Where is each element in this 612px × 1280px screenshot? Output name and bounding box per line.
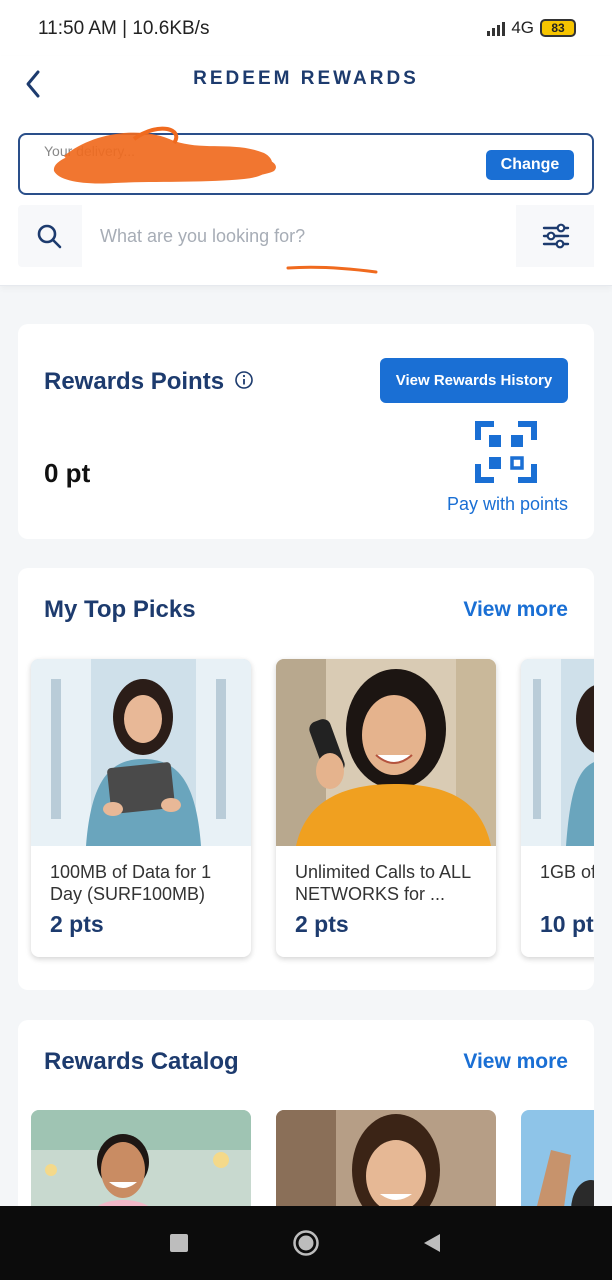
reward-item-points: 10 pt xyxy=(540,911,594,937)
points-balance: 0 pt xyxy=(44,458,91,488)
reward-item-image xyxy=(31,659,251,846)
reward-item-name: 1GB of (SURF xyxy=(540,862,594,882)
rewards-points-title: Rewards Points xyxy=(44,368,225,395)
qr-scan-icon[interactable] xyxy=(474,420,538,484)
nav-home-icon[interactable] xyxy=(292,1229,320,1257)
page-title: REDEEM REWARDS xyxy=(193,68,419,89)
change-address-button[interactable]: Change xyxy=(486,150,574,180)
search-icon xyxy=(37,224,62,249)
catalog-item-image[interactable] xyxy=(31,1110,251,1220)
annotation-underline xyxy=(286,265,378,274)
nav-recent-icon[interactable] xyxy=(166,1230,192,1256)
catalog-item-image[interactable] xyxy=(276,1110,496,1220)
reward-item-image xyxy=(276,659,496,846)
rewards-catalog-card: Rewards Catalog View more xyxy=(18,1020,594,1220)
view-rewards-history-button[interactable]: View Rewards History xyxy=(380,358,568,403)
search-bar xyxy=(18,205,594,267)
reward-item-points: 2 pts xyxy=(50,911,104,937)
status-time: 11:50 AM | 10.6KB/s xyxy=(38,18,210,39)
info-icon[interactable] xyxy=(234,370,254,390)
redaction-scribble xyxy=(53,126,276,184)
rewards-points-card: Rewards Points View Rewards History 0 pt… xyxy=(18,324,594,539)
reward-item[interactable]: Unlimited Calls to ALL NETWORKS for ... … xyxy=(276,659,496,957)
pay-with-points-link[interactable]: Pay with points xyxy=(447,494,568,515)
reward-item-name: 100MB of Data for 1 Day (SURF100MB) xyxy=(50,862,212,904)
filter-button[interactable] xyxy=(518,205,594,267)
reward-item-name: Unlimited Calls to ALL NETWORKS for ... xyxy=(295,862,471,904)
nav-back-icon[interactable] xyxy=(420,1230,446,1256)
search-button[interactable] xyxy=(18,205,80,267)
rewards-catalog-title: Rewards Catalog xyxy=(44,1048,239,1075)
battery-icon: 83 xyxy=(540,19,576,37)
catalog-view-more-link[interactable]: View more xyxy=(463,1050,568,1074)
top-picks-title: My Top Picks xyxy=(44,596,196,623)
signal-icon xyxy=(487,20,506,36)
reward-item[interactable]: 1GB of (SURF 10 pt xyxy=(521,659,594,957)
top-picks-card: My Top Picks View more 100MB of Data for… xyxy=(18,568,594,990)
reward-item-points: 2 pts xyxy=(295,911,349,937)
status-bar: 11:50 AM | 10.6KB/s 4G 83 xyxy=(0,0,612,56)
status-indicators: 4G 83 xyxy=(487,18,576,38)
reward-item-image xyxy=(521,659,594,846)
catalog-item-image[interactable] xyxy=(521,1110,594,1220)
network-type: 4G xyxy=(511,18,534,37)
top-picks-view-more-link[interactable]: View more xyxy=(463,598,568,622)
filter-icon xyxy=(542,223,570,249)
system-navigation-bar xyxy=(0,1206,612,1280)
reward-item[interactable]: 100MB of Data for 1 Day (SURF100MB) 2 pt… xyxy=(31,659,251,957)
delivery-address-box[interactable]: Your delivery... Change xyxy=(18,126,594,195)
search-input[interactable] xyxy=(82,205,516,267)
header: REDEEM REWARDS Your delivery... Change xyxy=(0,56,612,286)
